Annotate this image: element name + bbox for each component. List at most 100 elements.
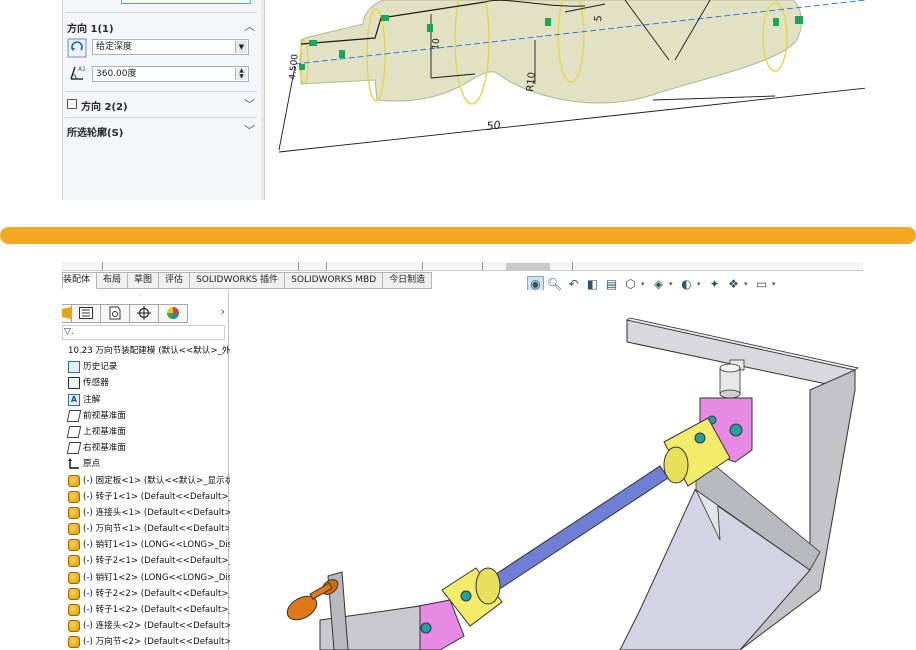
tree-item-label: (-) 转子1<1> (Default<<Default>_Disp [83, 491, 252, 502]
origin-icon [68, 458, 80, 470]
dimension-5[interactable]: 5 [593, 15, 605, 22]
chevron-down-icon[interactable]: ▾ [697, 280, 704, 288]
tree-item-right-plane[interactable]: 右视基准面 [62, 440, 229, 456]
tree-item-origin[interactable]: 原点 [62, 456, 229, 472]
tree-item-top-plane[interactable]: 上视基准面 [62, 424, 229, 440]
tab-configuration-manager[interactable] [101, 303, 130, 323]
chevron-down-icon[interactable]: ▾ [641, 280, 648, 288]
tree-item-component[interactable]: (-) 固定板<1> (默认<<默认>_显示状 [62, 473, 233, 489]
tree-item-annotations[interactable]: A 注解 [62, 392, 229, 408]
tab-evaluate[interactable]: 评估 [159, 272, 191, 289]
tab-feature-tree[interactable] [62, 303, 72, 323]
tab-solidworks-mbd[interactable]: SOLIDWORKS MBD [285, 272, 384, 289]
tree-item-component[interactable]: (-) 连接头<2> (Default<<Default>_Dis [62, 618, 249, 634]
reverse-direction-icon[interactable] [67, 38, 87, 58]
chevron-down-icon[interactable]: ▾ [744, 280, 751, 288]
separator [65, 12, 257, 13]
history-icon [68, 361, 80, 374]
part-icon [68, 571, 80, 584]
selected-axis-field[interactable] [121, 0, 251, 4]
dimension-radius[interactable]: R10 [525, 72, 538, 93]
tree-item-label: 历史记录 [83, 362, 118, 373]
sensor-icon [68, 377, 80, 390]
tab-assembly[interactable]: 装配体 [62, 272, 98, 289]
tree-item-component[interactable]: (-) 转子2<2> (Default<<Default>_Disp [62, 586, 252, 602]
tree-item-label: 右视基准面 [83, 443, 126, 454]
selected-contours-title[interactable]: 所选轮廓(S) [67, 124, 123, 139]
annotation-icon: A [68, 393, 80, 406]
command-manager-tabs: 装配体 布局 草图 评估 SOLIDWORKS 插件 SOLIDWORKS MB… [62, 272, 433, 289]
tab-solidworks-addins[interactable]: SOLIDWORKS 插件 [190, 272, 286, 289]
dropdown-arrow-icon[interactable]: ▼ [235, 41, 247, 53]
angle-value: 360.00度 [96, 69, 137, 79]
tree-item-component[interactable]: (-) 转子2<1> (Default<<Default>_Disp [62, 553, 252, 569]
direction2-title: 方向 2(2) [81, 102, 128, 113]
tab-make-today[interactable]: 今日制造 [383, 272, 433, 289]
tree-item-component[interactable]: (-) 销钉1<2> (LONG<<LONG>_Display [62, 570, 250, 586]
tree-item-component[interactable]: (-) 万向节<1> (Default<<Default>_Dis [62, 521, 249, 537]
angle-input[interactable]: 360.00度 ▲ ▼ [92, 66, 249, 82]
separator [65, 91, 257, 92]
tree-item-sensors[interactable]: 传感器 [62, 375, 229, 391]
tree-item-component[interactable]: (-) 转子1<2> (Default<<Default>_Disp [62, 602, 252, 618]
chevron-down-icon[interactable]: ▾ [669, 280, 676, 288]
tree-item-label: 前视基准面 [83, 410, 126, 421]
toolbar-strip [62, 262, 863, 271]
property-manager: 方向 1(1) ︿ 给定深度 ▼ A1 360.00度 ▲ ▼ 方向 2(2) ﹀… [63, 0, 261, 200]
graphics-area-revolve[interactable]: 50 R10 4.500 10 5 [265, 0, 865, 200]
dimension-diameter-small[interactable]: 4.500 [288, 53, 301, 80]
tab-property-manager[interactable] [72, 303, 101, 323]
upper-connector [719, 363, 741, 399]
panel-grip-icon[interactable]: ◦ [138, 291, 143, 300]
dimension-length[interactable]: 50 [486, 119, 501, 133]
tree-item-component[interactable]: (-) 转子1<1> (Default<<Default>_Disp [62, 489, 252, 505]
tree-item-label: 传感器 [83, 378, 109, 389]
direction1-title[interactable]: 方向 1(1) [67, 20, 114, 35]
angle-icon: A1 [67, 63, 87, 83]
end-condition-select[interactable]: 给定深度 ▼ [92, 39, 249, 55]
revolve-preview: 50 R10 4.500 10 5 [278, 0, 865, 153]
tab-sketch[interactable]: 草图 [128, 272, 160, 289]
chevron-up-icon[interactable]: ︿ [244, 18, 255, 34]
universal-joint-model [286, 317, 860, 650]
tree-item-label: (-) 万向节<2> (Default<<Default>_Dis [83, 637, 250, 648]
tree-item-label: 原点 [83, 459, 101, 470]
tree-filter-input[interactable]: ▽. [62, 325, 225, 340]
graphics-area-assembly[interactable] [230, 290, 863, 650]
main-shaft [489, 465, 669, 591]
tab-layout[interactable]: 布局 [97, 272, 129, 289]
part-icon [68, 506, 80, 519]
svg-text:A1: A1 [78, 66, 86, 73]
part-icon [68, 555, 80, 568]
tree-item-label: (-) 销钉1<1> (LONG<<LONG>_Display [83, 540, 251, 551]
chevron-right-icon[interactable]: › [221, 305, 225, 318]
spin-stepper[interactable]: ▲ ▼ [235, 68, 247, 80]
chevron-down-icon[interactable]: ▾ [772, 280, 779, 288]
tree-root-assembly[interactable]: 10.23 万向节装配建模 (默认<<默认>_外 [62, 343, 231, 359]
tree-item-history[interactable]: 历史记录 [62, 359, 229, 375]
tree-item-label: 注解 [83, 394, 101, 405]
tree-item-label: 上视基准面 [83, 426, 126, 437]
plane-icon [66, 425, 82, 438]
tree-item-component[interactable]: (-) 万向节<2> (Default<<Default>_Dis [62, 634, 249, 650]
tree-item-front-plane[interactable]: 前视基准面 [62, 408, 229, 424]
tree-item-component[interactable]: (-) 连接头<1> (Default<<Default>_Dis [62, 505, 249, 521]
chevron-down-icon[interactable]: ﹀ [244, 122, 255, 138]
tree-item-label: (-) 转子2<1> (Default<<Default>_Disp [83, 556, 252, 567]
plane-icon [66, 442, 82, 455]
tab-dimxpert-manager[interactable] [130, 303, 159, 323]
part-icon [68, 604, 80, 616]
direction2-checkbox[interactable] [67, 99, 77, 109]
dimension-diameter-mid[interactable]: 10 [431, 38, 442, 51]
tree-item-label: (-) 万向节<1> (Default<<Default>_Dis [83, 524, 250, 535]
tree-item-label: (-) 固定板<1> (默认<<默认>_显示状 [83, 475, 234, 486]
chevron-down-icon[interactable]: ﹀ [244, 96, 255, 112]
tree-item-component[interactable]: (-) 销钉1<1> (LONG<<LONG>_Display [62, 537, 250, 553]
tree-root-label: 10.23 万向节装配建模 (默认<<默认>_外 [68, 346, 231, 356]
tree-item-label: (-) 转子2<2> (Default<<Default>_Disp [83, 588, 252, 599]
part-icon [68, 523, 80, 536]
plane-icon [66, 409, 82, 422]
tab-display-manager[interactable] [159, 303, 188, 323]
tree-item-label: (-) 连接头<1> (Default<<Default>_Dis [83, 507, 250, 518]
tree-item-label: (-) 转子1<2> (Default<<Default>_Disp [83, 605, 252, 615]
